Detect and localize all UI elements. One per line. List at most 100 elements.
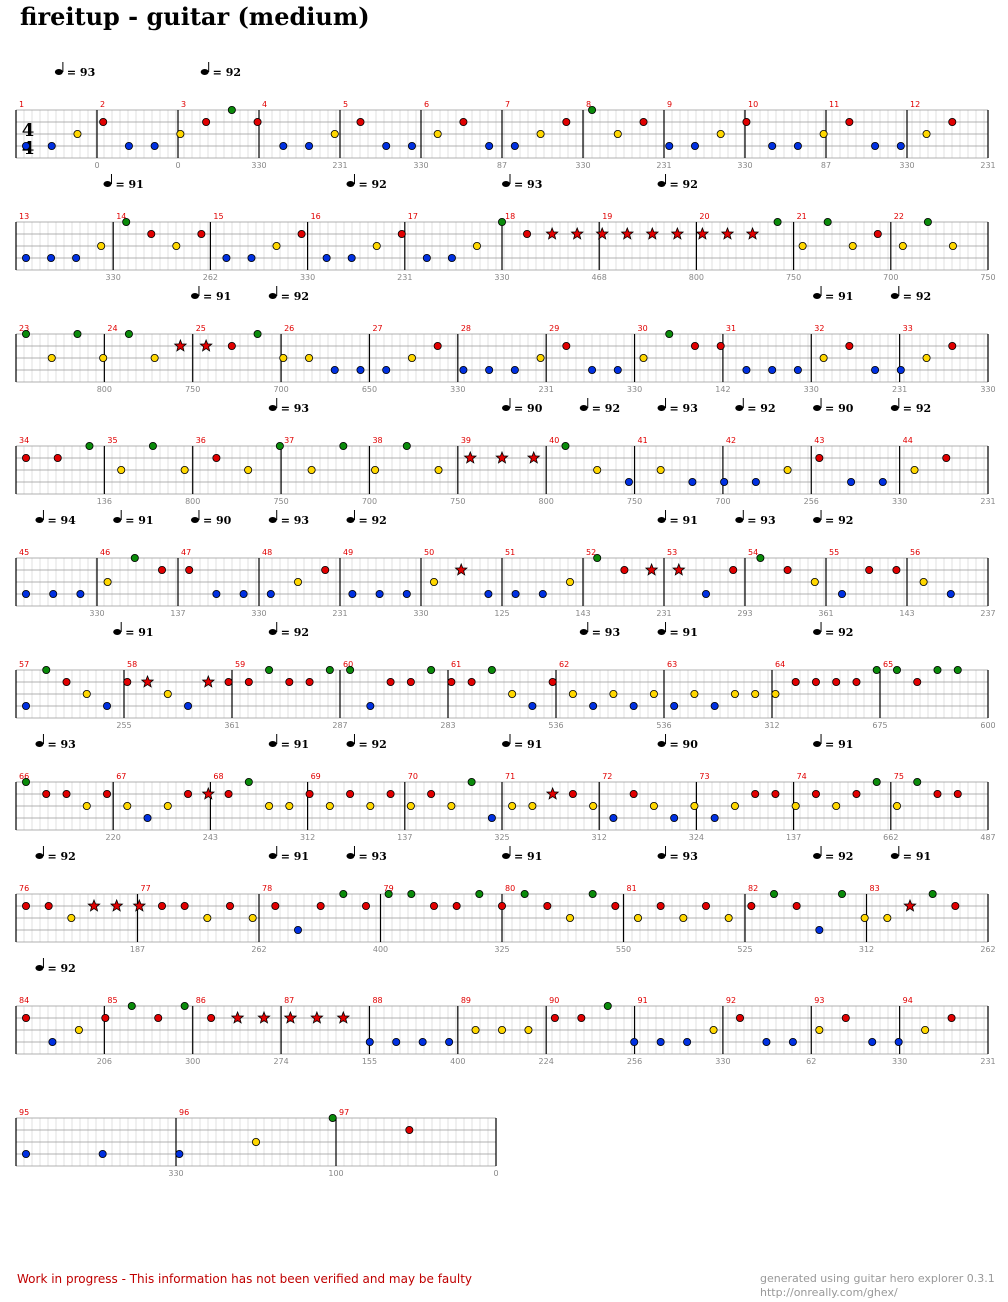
measure-number: 31 bbox=[726, 324, 736, 333]
measure-score: 487 bbox=[980, 833, 995, 842]
note-gem bbox=[898, 241, 907, 250]
star-note-icon bbox=[283, 1010, 298, 1024]
measure-number: 40 bbox=[549, 436, 559, 445]
tempo-note-icon bbox=[813, 853, 822, 859]
note-gem bbox=[21, 253, 30, 262]
measure-number: 50 bbox=[424, 548, 434, 557]
note-gem bbox=[561, 441, 570, 450]
note-gem bbox=[103, 790, 112, 799]
note-gem bbox=[348, 590, 357, 599]
note-gem bbox=[865, 566, 874, 575]
measure-number: 54 bbox=[748, 548, 758, 557]
star-note-icon bbox=[132, 898, 147, 912]
note-gem bbox=[407, 141, 416, 150]
note-gem bbox=[62, 678, 71, 687]
note-gem bbox=[248, 914, 257, 923]
measure-score: 330 bbox=[106, 273, 121, 282]
measure-number: 13 bbox=[19, 212, 29, 221]
note-gem bbox=[82, 802, 91, 811]
note-gem bbox=[150, 141, 159, 150]
note-gem bbox=[330, 129, 339, 138]
note-gem bbox=[852, 790, 861, 799]
measure-number: 97 bbox=[339, 1108, 349, 1117]
note-gem bbox=[405, 1126, 414, 1135]
measure-score: 237 bbox=[980, 609, 995, 618]
star-note-icon bbox=[672, 562, 686, 576]
note-gem bbox=[429, 902, 438, 911]
note-gem bbox=[670, 814, 679, 823]
note-gem bbox=[305, 141, 314, 150]
note-gem bbox=[427, 790, 436, 799]
note-gem bbox=[386, 678, 395, 687]
note-gem bbox=[244, 778, 253, 787]
tempo-note-icon bbox=[113, 629, 122, 635]
note-gem bbox=[123, 678, 132, 687]
note-gem bbox=[325, 802, 334, 811]
measure-score: 231 bbox=[980, 1057, 995, 1066]
note-gem bbox=[185, 566, 194, 575]
note-gem bbox=[397, 229, 406, 238]
star-note-icon bbox=[495, 450, 509, 464]
star-note-icon bbox=[903, 898, 917, 912]
measure-number: 56 bbox=[910, 548, 920, 557]
note-gem bbox=[792, 902, 801, 911]
note-chart: = 93= 9244102033304231533068773308231933… bbox=[15, 62, 996, 1178]
note-gem bbox=[639, 353, 648, 362]
note-gem bbox=[589, 702, 598, 711]
note-gem bbox=[62, 790, 71, 799]
note-gem bbox=[953, 666, 962, 675]
note-gem bbox=[568, 690, 577, 699]
note-gem bbox=[433, 129, 442, 138]
note-gem bbox=[130, 554, 139, 563]
note-gem bbox=[285, 678, 294, 687]
star-note-icon bbox=[310, 1010, 324, 1024]
measure-score: 330 bbox=[413, 161, 428, 170]
measure-score: 231 bbox=[332, 161, 347, 170]
note-gem bbox=[427, 666, 436, 675]
star-note-icon bbox=[454, 562, 468, 576]
measure-score: 750 bbox=[786, 273, 801, 282]
note-gem bbox=[212, 590, 221, 599]
note-gem bbox=[923, 217, 932, 226]
measure-score: 312 bbox=[592, 833, 607, 842]
tempo-label: = 92 bbox=[903, 290, 931, 303]
measure-score: 750 bbox=[273, 497, 288, 506]
note-gem bbox=[99, 353, 108, 362]
note-gem bbox=[202, 118, 211, 127]
measure-score: 0 bbox=[175, 161, 180, 170]
note-gem bbox=[620, 566, 629, 575]
measure-number: 49 bbox=[343, 548, 353, 557]
tempo-label: = 90 bbox=[825, 402, 854, 415]
measure-number: 24 bbox=[107, 324, 117, 333]
measure-score: 312 bbox=[859, 945, 874, 954]
measure-number: 69 bbox=[311, 772, 321, 781]
tempo-label: = 91 bbox=[514, 738, 542, 751]
generator-url[interactable]: http://onreally.com/ghex/ bbox=[760, 1286, 995, 1300]
note-gem bbox=[150, 353, 159, 362]
measure-score: 330 bbox=[300, 273, 315, 282]
star-note-icon bbox=[644, 562, 659, 576]
note-gem bbox=[933, 790, 942, 799]
note-gem bbox=[690, 690, 699, 699]
note-gem bbox=[948, 341, 957, 350]
measure-number: 78 bbox=[262, 884, 272, 893]
note-gem bbox=[747, 902, 756, 911]
measure-score: 231 bbox=[397, 273, 412, 282]
tempo-note-icon bbox=[502, 741, 510, 747]
measure-number: 2 bbox=[100, 100, 105, 109]
note-gem bbox=[275, 441, 284, 450]
note-gem bbox=[609, 814, 618, 823]
measure-number: 36 bbox=[196, 436, 206, 445]
star-note-icon bbox=[545, 786, 560, 800]
note-gem bbox=[768, 365, 777, 374]
note-gem bbox=[762, 1038, 771, 1047]
measure-score: 330 bbox=[251, 161, 266, 170]
tempo-note-icon bbox=[657, 629, 666, 635]
measure-score: 324 bbox=[689, 833, 704, 842]
measure-number: 27 bbox=[372, 324, 382, 333]
note-gem bbox=[148, 441, 157, 450]
note-gem bbox=[709, 1026, 718, 1035]
measure-number: 21 bbox=[797, 212, 807, 221]
note-gem bbox=[82, 690, 91, 699]
note-gem bbox=[791, 678, 800, 687]
